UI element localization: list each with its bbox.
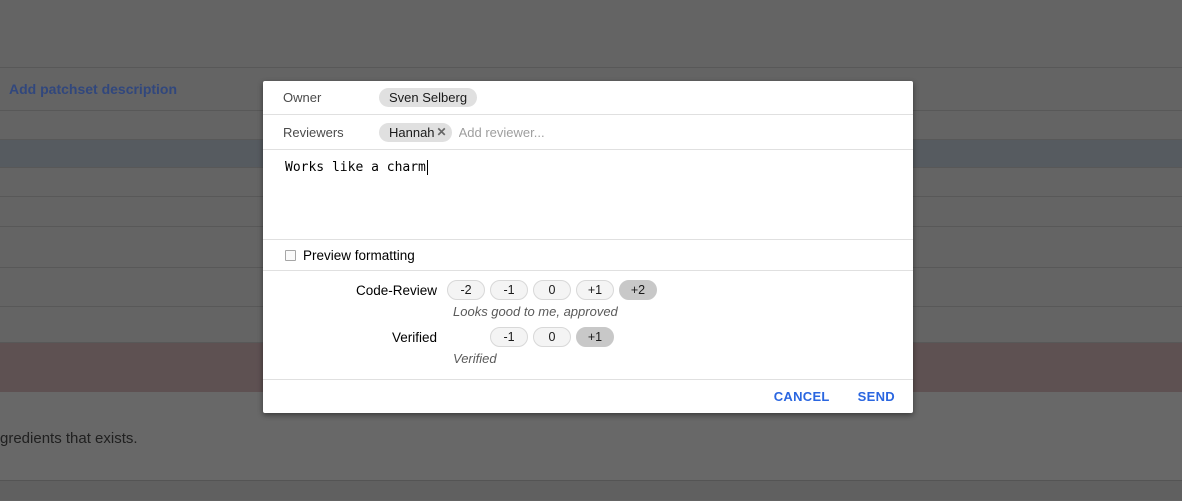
code-review-description: Looks good to me, approved (453, 304, 893, 319)
code-review-buttons: -2 -1 0 +1 +2 (447, 280, 662, 300)
owner-chip[interactable]: Sven Selberg (379, 88, 477, 107)
owner-label: Owner (283, 90, 379, 105)
send-button[interactable]: SEND (858, 383, 895, 410)
verified-description: Verified (453, 351, 893, 366)
verified-zero-button[interactable]: 0 (533, 327, 571, 347)
add-patchset-description-link[interactable]: Add patchset description (9, 81, 177, 97)
reviewer-chip[interactable]: Hannah✕ (379, 123, 452, 142)
reviewer-chip-name: Hannah (389, 125, 435, 140)
page-header-band (0, 0, 1182, 68)
preview-formatting-label: Preview formatting (303, 248, 415, 263)
code-review-score-row: Code-Review -2 -1 0 +1 +2 (283, 280, 893, 300)
reply-message-textarea[interactable]: Works like a charm (263, 150, 913, 240)
text-caret (427, 160, 428, 175)
verified-plus1-button[interactable]: +1 (576, 327, 614, 347)
code-review-plus1-button[interactable]: +1 (576, 280, 614, 300)
verified-label: Verified (283, 330, 437, 345)
reply-dialog: Owner Sven Selberg Reviewers Hannah✕ Wor… (263, 81, 913, 413)
commit-message-text: gredients that exists. (0, 430, 138, 447)
code-review-minus2-button[interactable]: -2 (447, 280, 485, 300)
page-footer-band (0, 481, 1182, 500)
verified-score-row: Verified -1 0 +1 (283, 327, 893, 347)
reply-message-text: Works like a charm (285, 160, 426, 175)
owner-row: Owner Sven Selberg (263, 81, 913, 115)
preview-formatting-checkbox[interactable] (285, 250, 296, 261)
dialog-footer: CANCEL SEND (263, 380, 913, 412)
cancel-button[interactable]: CANCEL (774, 383, 830, 410)
add-reviewer-input[interactable] (459, 125, 679, 140)
verified-minus1-button[interactable]: -1 (490, 327, 528, 347)
code-review-zero-button[interactable]: 0 (533, 280, 571, 300)
reviewers-label: Reviewers (283, 125, 379, 140)
reviewers-row: Reviewers Hannah✕ (263, 115, 913, 150)
verified-buttons: -1 0 +1 (490, 327, 619, 347)
code-review-label: Code-Review (283, 283, 437, 298)
preview-formatting-row: Preview formatting (263, 240, 913, 271)
code-review-minus1-button[interactable]: -1 (490, 280, 528, 300)
code-review-plus2-button[interactable]: +2 (619, 280, 657, 300)
scores-section: Code-Review -2 -1 0 +1 +2 Looks good to … (263, 271, 913, 380)
remove-reviewer-icon[interactable]: ✕ (437, 126, 447, 138)
